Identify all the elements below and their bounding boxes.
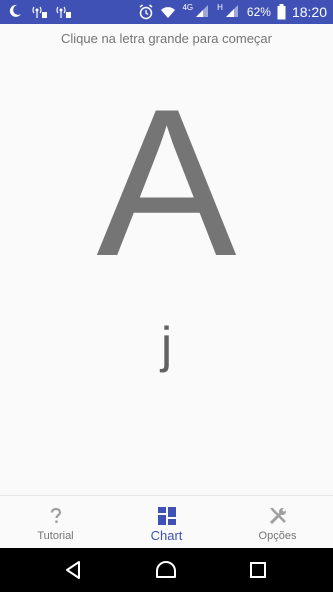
clock: 18:20 bbox=[291, 4, 327, 20]
signal-icon bbox=[56, 4, 72, 20]
recents-icon[interactable] bbox=[246, 558, 270, 582]
grid-icon bbox=[157, 506, 177, 526]
bottom-navigation: Tutorial Chart Opções bbox=[0, 495, 333, 549]
nav-chart[interactable]: Chart bbox=[111, 496, 222, 549]
wifi-icon bbox=[160, 4, 176, 20]
status-bar: 4G H 62% 18:20 bbox=[0, 0, 333, 24]
battery-percent: 62% bbox=[246, 5, 271, 19]
nav-tutorial[interactable]: Tutorial bbox=[0, 496, 111, 549]
nav-chart-label: Chart bbox=[150, 528, 183, 543]
network-h-label: H bbox=[217, 3, 223, 12]
network-4g-label: 4G bbox=[182, 3, 194, 12]
cell-signal-icon bbox=[225, 4, 241, 20]
instruction-text: Clique na letra grande para começar bbox=[60, 31, 272, 46]
moon-icon bbox=[8, 4, 24, 20]
signal-icon bbox=[32, 4, 48, 20]
system-nav-bar bbox=[0, 548, 333, 592]
nav-tutorial-label: Tutorial bbox=[37, 530, 74, 542]
small-letter: j bbox=[160, 317, 173, 373]
back-icon[interactable] bbox=[62, 558, 86, 582]
question-icon bbox=[46, 506, 66, 526]
battery-icon bbox=[277, 4, 286, 20]
nav-options-label: Opções bbox=[258, 530, 297, 542]
tools-icon bbox=[268, 506, 288, 526]
big-letter-button[interactable]: A bbox=[0, 78, 333, 288]
alarm-icon bbox=[138, 4, 154, 20]
home-icon[interactable] bbox=[154, 558, 178, 582]
nav-options[interactable]: Opções bbox=[222, 496, 333, 549]
cell-signal-icon bbox=[195, 4, 211, 20]
